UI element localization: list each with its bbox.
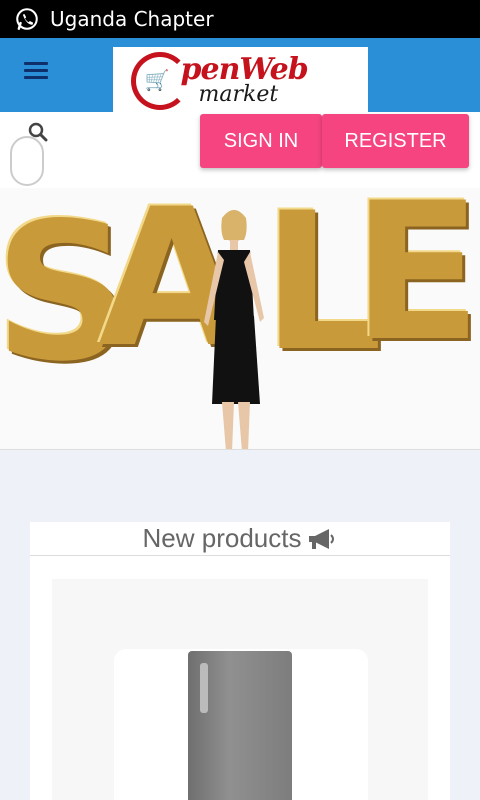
megaphone-icon bbox=[309, 528, 335, 549]
sign-in-button[interactable]: SIGN IN bbox=[200, 114, 322, 168]
register-button[interactable]: REGISTER bbox=[322, 114, 469, 168]
new-products-section: New products bbox=[30, 522, 450, 800]
section-header: New products bbox=[30, 522, 450, 556]
whatsapp-icon bbox=[16, 8, 38, 30]
search-icon[interactable] bbox=[28, 122, 48, 142]
shopping-cart-icon: 🛒 bbox=[144, 69, 170, 92]
product-card[interactable] bbox=[114, 649, 368, 800]
auth-toolbar: SIGN IN REGISTER bbox=[0, 112, 480, 188]
search-input[interactable] bbox=[10, 136, 44, 186]
product-listing bbox=[52, 579, 428, 800]
app-title: Uganda Chapter bbox=[50, 7, 214, 31]
hamburger-menu-icon[interactable] bbox=[24, 62, 48, 82]
status-bar: Uganda Chapter bbox=[0, 0, 480, 38]
logo-sub-text: market bbox=[198, 81, 279, 107]
search-control[interactable] bbox=[10, 122, 48, 186]
section-title: New products bbox=[142, 523, 302, 553]
product-image[interactable] bbox=[188, 651, 292, 800]
balloon-letter-e: E bbox=[352, 188, 480, 383]
site-logo[interactable]: 🛒 penWeb market bbox=[113, 47, 368, 112]
header-bar: 🛒 penWeb market bbox=[0, 38, 480, 112]
sale-banner[interactable]: S A L E bbox=[0, 188, 480, 450]
model-figure bbox=[204, 210, 264, 449]
